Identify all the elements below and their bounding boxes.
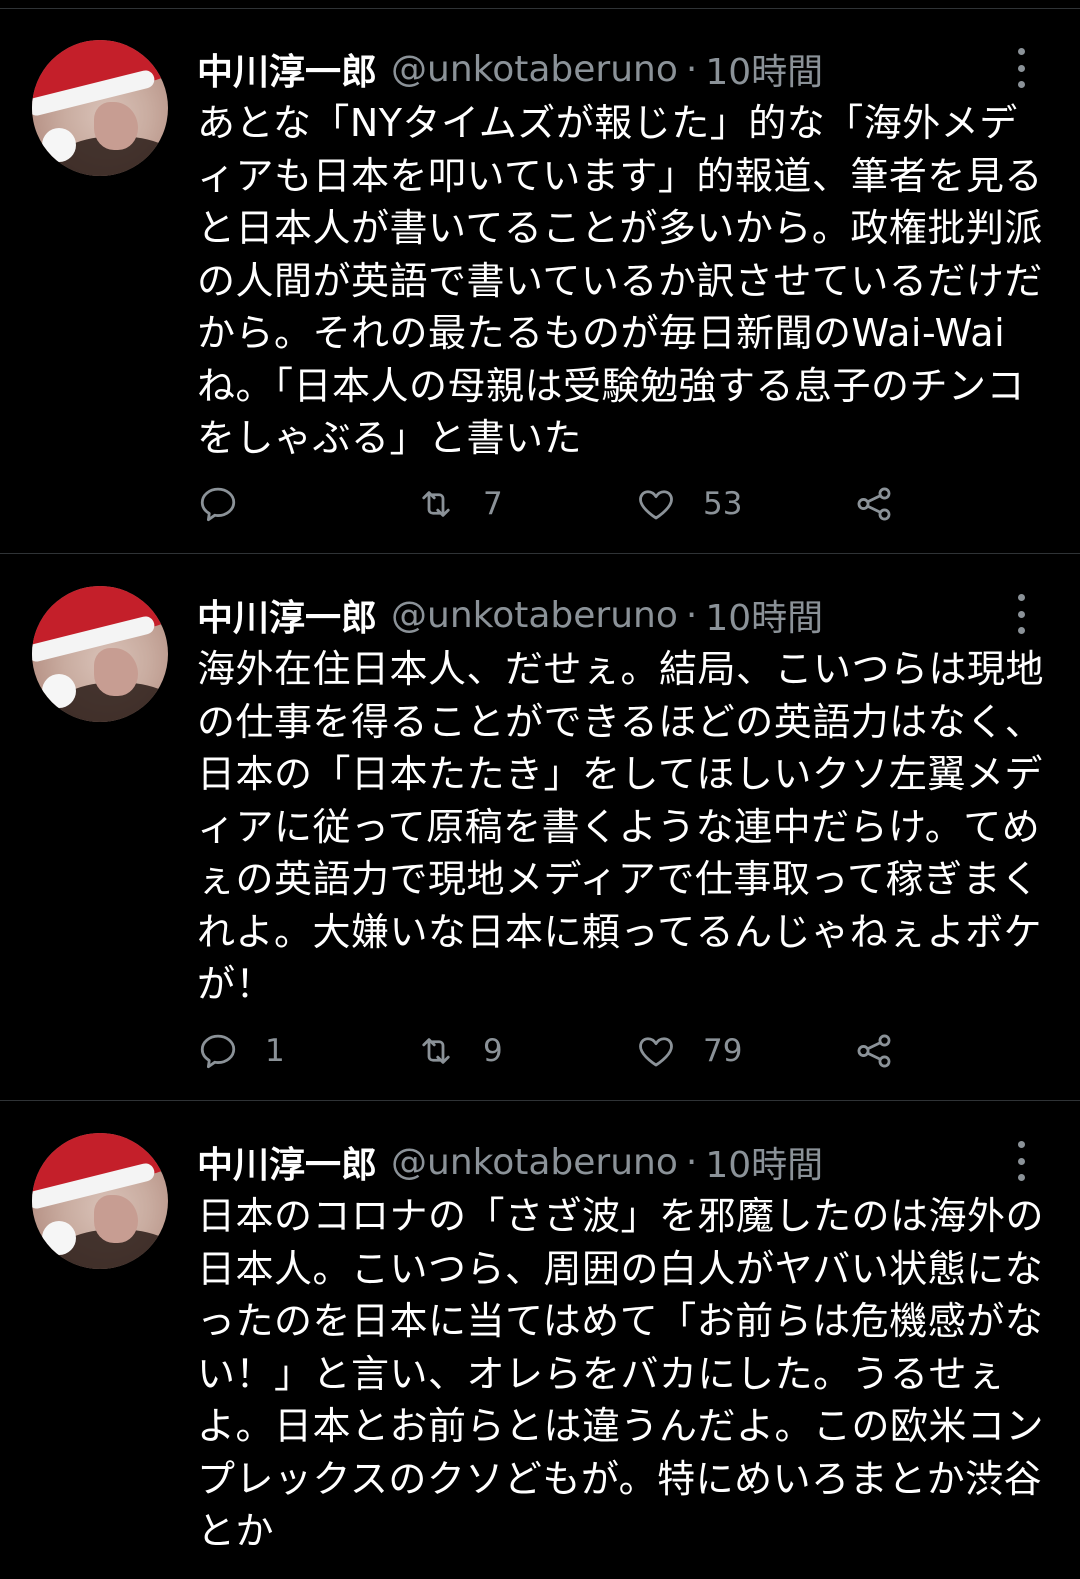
tweet[interactable]: 中川淳一郎 @unkotaberuno · 10時間 日本のコロナの「さざ波」を…	[0, 1101, 1080, 1579]
tweet-header: 中川淳一郎 @unkotaberuno · 10時間	[197, 590, 823, 640]
display-name[interactable]: 中川淳一郎	[197, 1136, 377, 1188]
more-options-button[interactable]	[1006, 48, 1036, 88]
avatar-hand	[94, 102, 138, 150]
separator: ·	[685, 48, 698, 90]
tweet-text: 日本のコロナの「さざ波」を邪魔したのは海外の日本人。こいつら、周囲の白人がヤバい…	[197, 1194, 1045, 1553]
separator: ·	[685, 594, 698, 636]
tweet-text: あとな「NYタイムズが報じた」的な「海外メディアも日本を叩いています」的報道、筆…	[197, 101, 1043, 460]
tweet-text: 海外在住日本人、だせぇ。結局、こいつらは現地の仕事を得ることができるほどの英語力…	[197, 647, 1045, 1006]
avatar[interactable]	[32, 1133, 168, 1269]
more-vertical-icon-dot	[1017, 627, 1025, 634]
reply-icon	[200, 487, 236, 522]
santa-hat-pompom	[42, 128, 76, 162]
like-count: 79	[703, 1033, 743, 1069]
retweet-count: 7	[483, 486, 503, 522]
timestamp[interactable]: 10時間	[705, 589, 823, 641]
retweet-button[interactable]: 9	[415, 1026, 503, 1076]
like-count: 53	[703, 486, 743, 522]
more-options-button[interactable]	[1006, 1141, 1036, 1181]
share-icon	[857, 487, 891, 521]
display-name[interactable]: 中川淳一郎	[197, 43, 377, 95]
tweet-header: 中川淳一郎 @unkotaberuno · 10時間	[197, 1137, 823, 1187]
tweet[interactable]: 中川淳一郎 @unkotaberuno · 10時間 海外在住日本人、だせぇ。結…	[0, 554, 1080, 1101]
retweet-count: 9	[483, 1033, 503, 1069]
tweet-actions: 1 9 79	[197, 1026, 917, 1076]
like-button[interactable]: 53	[635, 479, 742, 529]
reply-button[interactable]	[197, 479, 265, 529]
more-vertical-icon-dot	[1017, 1157, 1025, 1165]
more-vertical-icon-dot	[1017, 81, 1025, 88]
tweet-actions: 7 53	[197, 479, 917, 529]
heart-icon	[639, 1037, 673, 1067]
handle[interactable]: @unkotaberuno	[391, 1142, 678, 1183]
separator: ·	[685, 1141, 698, 1183]
avatar[interactable]	[32, 40, 168, 176]
more-vertical-icon-dot	[1017, 64, 1025, 72]
share-button[interactable]	[853, 1026, 895, 1076]
share-icon	[857, 1034, 891, 1068]
share-button[interactable]	[853, 479, 895, 529]
handle[interactable]: @unkotaberuno	[391, 595, 678, 636]
more-vertical-icon	[1017, 1141, 1025, 1148]
retweet-button[interactable]: 7	[415, 479, 503, 529]
avatar[interactable]	[32, 586, 168, 722]
santa-hat-pompom	[42, 1221, 76, 1255]
handle[interactable]: @unkotaberuno	[391, 49, 678, 90]
timestamp[interactable]: 10時間	[705, 43, 823, 95]
timestamp[interactable]: 10時間	[705, 1136, 823, 1188]
more-vertical-icon	[1017, 48, 1025, 55]
tweet-header: 中川淳一郎 @unkotaberuno · 10時間	[197, 44, 823, 94]
more-vertical-icon-dot	[1017, 610, 1025, 618]
more-vertical-icon	[1017, 594, 1025, 601]
reply-count: 1	[265, 1033, 285, 1069]
reply-button[interactable]: 1	[197, 1026, 285, 1076]
tweet[interactable]: 中川淳一郎 @unkotaberuno · 10時間 あとな「NYタイムズが報じ…	[0, 8, 1080, 554]
display-name[interactable]: 中川淳一郎	[197, 589, 377, 641]
avatar-hand	[94, 1195, 138, 1243]
santa-hat-pompom	[42, 674, 76, 708]
heart-icon	[639, 490, 673, 520]
more-vertical-icon-dot	[1017, 1174, 1025, 1181]
more-options-button[interactable]	[1006, 594, 1036, 634]
reply-icon	[200, 1034, 236, 1069]
like-button[interactable]: 79	[635, 1026, 742, 1076]
retweet-icon	[422, 1038, 450, 1064]
avatar-hand	[94, 648, 138, 696]
retweet-icon	[422, 491, 450, 517]
